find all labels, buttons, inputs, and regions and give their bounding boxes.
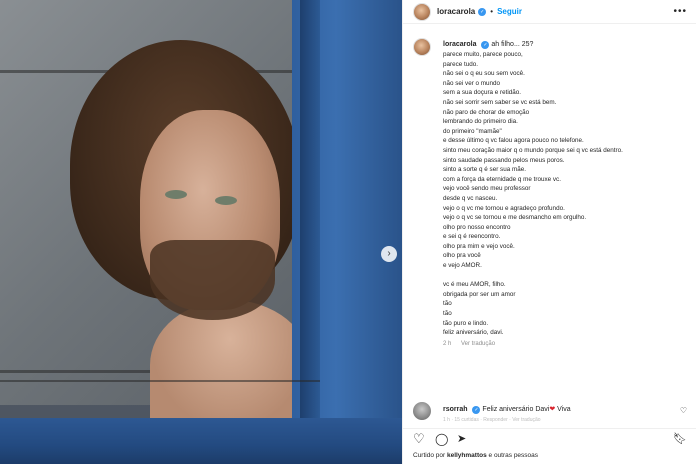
caption-text: loracarola ✓ ah filho... 25? parece muit… <box>443 40 691 347</box>
caption-line: não sei sorrir sem saber se vc está bem. <box>443 98 557 106</box>
caption-line: lembrando do primeiro dia. <box>443 118 518 126</box>
caption-line: e vejo AMOR. <box>443 262 482 270</box>
photo-eye <box>215 196 237 205</box>
caption-line: olho pra mim e vejo você. <box>443 242 515 250</box>
caption-meta: 2 h Ver tradução <box>443 341 691 347</box>
caption-line: tão <box>443 300 452 308</box>
comment-text: rsorrah ✓ Feliz aniversário Davi❤ Viva <box>443 405 571 414</box>
caption-time: 2 h <box>443 340 452 347</box>
follow-button[interactable]: Seguir <box>497 7 522 16</box>
likes-suffix: e outras pessoas <box>486 452 539 459</box>
post-username[interactable]: loracarola <box>437 7 475 16</box>
caption-line: sinto meu coração maior q o mundo porque… <box>443 146 623 154</box>
translate-link[interactable]: Ver tradução <box>461 341 495 347</box>
caption-line: não paro de chorar de emoção <box>443 108 530 116</box>
caption-username[interactable]: loracarola <box>443 41 476 48</box>
caption-line: vejo você sendo meu professor <box>443 185 531 193</box>
caption-line: vejo o q vc se tornou e me desmancho em … <box>443 214 587 222</box>
share-icon[interactable]: ➤ <box>457 432 466 446</box>
caption-line: parece tudo. <box>443 60 479 68</box>
comment-avatar[interactable] <box>413 402 431 420</box>
caption-title: ah filho... 25? <box>491 41 534 48</box>
caption-line: sem a sua doçura e retidão. <box>443 89 522 97</box>
post-header: loracarola ✓ • Seguir ••• <box>403 0 696 24</box>
caption-line: parece muito, parece pouco, <box>443 51 523 58</box>
post-photo[interactable]: › <box>0 0 402 464</box>
caption-avatar[interactable] <box>413 38 431 56</box>
caption-line: vc é meu AMOR, filho. <box>443 281 506 289</box>
comment-meta: 1 h · 15 curtidas · Responder · Ver trad… <box>443 417 541 423</box>
comment-body: Feliz aniversário Davi <box>482 406 550 413</box>
photo-shoulder <box>150 300 310 430</box>
caption-line: olho pra você <box>443 252 481 260</box>
likes-prefix: Curtido por <box>413 452 447 459</box>
caption-line: sinto saudade passando pelos meus poros. <box>443 156 565 164</box>
caption-line: do primeiro "mamãe" <box>443 127 502 135</box>
caption-line: não sei ver o mundo <box>443 79 501 87</box>
instagram-post: › loracarola ✓ • Seguir ••• loracarola ✓… <box>0 0 696 464</box>
photo-beard <box>150 240 275 320</box>
likes-summary: Curtido por kellyhmattos e outras pessoa… <box>413 452 538 459</box>
caption-line: desde q vc nasceu. <box>443 194 498 202</box>
comment-item: rsorrah ✓ Feliz aniversário Davi❤ Viva 1… <box>413 400 691 423</box>
caption-line: e sei q é reencontro. <box>443 233 501 241</box>
caption-gap <box>443 271 691 281</box>
caption-line: feliz aniversário, davi. <box>443 329 504 337</box>
window-sill <box>0 418 402 464</box>
caption-line: olho pro nosso encontro <box>443 223 511 231</box>
comment-username[interactable]: rsorrah <box>443 406 468 413</box>
caption-line: sinto a sorte q é ser sua mãe. <box>443 166 526 174</box>
action-bar: ♡ ◯ ➤ 🔖︎ <box>403 428 696 448</box>
caption-line: tão puro e lindo. <box>443 319 489 327</box>
window-frame-inner <box>300 0 320 420</box>
bookmark-icon[interactable]: 🔖︎ <box>673 432 687 446</box>
comment-suffix: Viva <box>557 406 571 413</box>
avatar[interactable] <box>413 2 431 21</box>
window-rail <box>0 380 320 382</box>
post-side-panel: loracarola ✓ • Seguir ••• loracarola ✓ a… <box>402 0 696 464</box>
caption-line: vejo o q vc me tornou e agradeço profund… <box>443 204 565 212</box>
caption-line: tão <box>443 310 452 318</box>
photo-eye <box>165 190 187 199</box>
likes-user[interactable]: kellyhmattos <box>447 452 487 459</box>
carousel-next-button[interactable]: › <box>381 246 397 262</box>
comment-icon[interactable]: ◯ <box>435 432 448 446</box>
caption-header: loracarola ✓ ah filho... 25? <box>443 40 691 50</box>
heart-icon[interactable]: ♡ <box>413 432 425 446</box>
red-heart-emoji-icon: ❤ <box>549 406 556 413</box>
more-options-icon[interactable]: ••• <box>673 6 687 17</box>
caption-line: com a força da eternidade q me trouxe vc… <box>443 175 561 183</box>
separator-dot: • <box>490 7 494 16</box>
caption-line: não sei o q eu sou sem você. <box>443 70 525 78</box>
verified-badge-icon: ✓ <box>472 406 481 414</box>
caption-line: obrigada por ser um amor <box>443 290 516 298</box>
caption-line: e desse último q vc falou agora pouco no… <box>443 137 584 145</box>
verified-badge-icon: ✓ <box>478 7 487 16</box>
comment-like-heart-icon[interactable]: ♡ <box>680 406 687 415</box>
verified-badge-icon: ✓ <box>481 41 490 49</box>
